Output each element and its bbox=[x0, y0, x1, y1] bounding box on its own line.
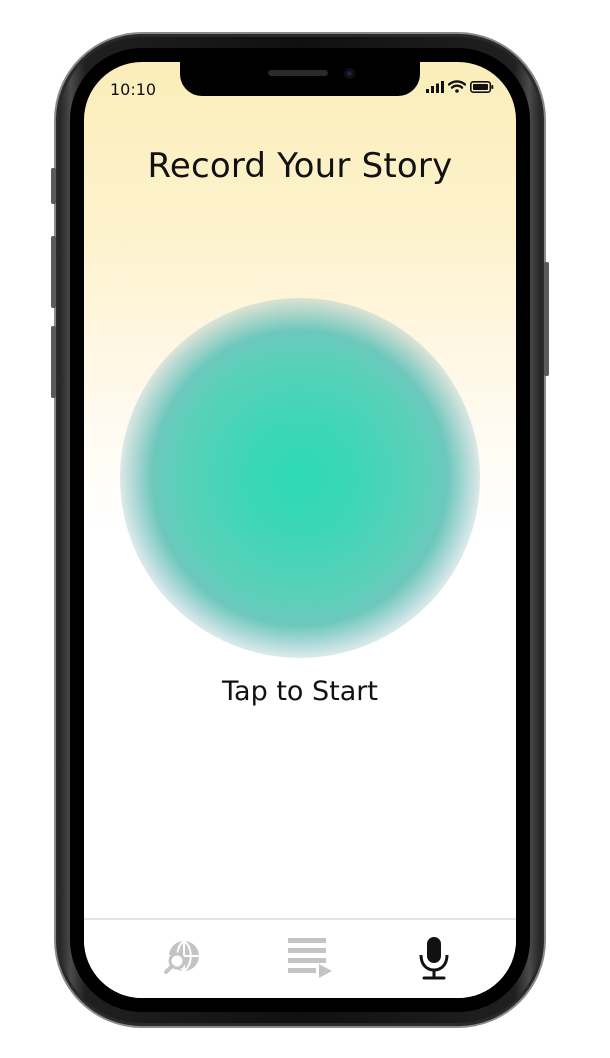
tab-explore[interactable] bbox=[153, 932, 213, 988]
status-time: 10:10 bbox=[110, 80, 157, 99]
volume-up-button bbox=[51, 236, 56, 308]
page-title: Record Your Story bbox=[147, 146, 453, 186]
status-icons bbox=[426, 78, 494, 97]
tab-playlist[interactable] bbox=[280, 932, 340, 988]
playlist-icon bbox=[286, 936, 334, 984]
wifi-icon bbox=[447, 78, 467, 97]
globe-search-icon bbox=[162, 937, 204, 983]
battery-icon bbox=[470, 78, 494, 97]
volume-down-button bbox=[51, 326, 56, 398]
tap-to-start-label: Tap to Start bbox=[222, 676, 378, 707]
power-button bbox=[544, 262, 549, 376]
notch bbox=[180, 62, 420, 96]
app-screen: 10:10 Record Your Story Tap to Start bbox=[84, 62, 516, 998]
record-orb-button[interactable] bbox=[120, 298, 480, 658]
tab-record[interactable] bbox=[404, 932, 464, 988]
signal-icon bbox=[426, 78, 444, 97]
front-camera bbox=[344, 68, 355, 79]
tab-bar bbox=[84, 918, 516, 998]
microphone-icon bbox=[416, 935, 452, 985]
silent-switch bbox=[51, 168, 56, 204]
